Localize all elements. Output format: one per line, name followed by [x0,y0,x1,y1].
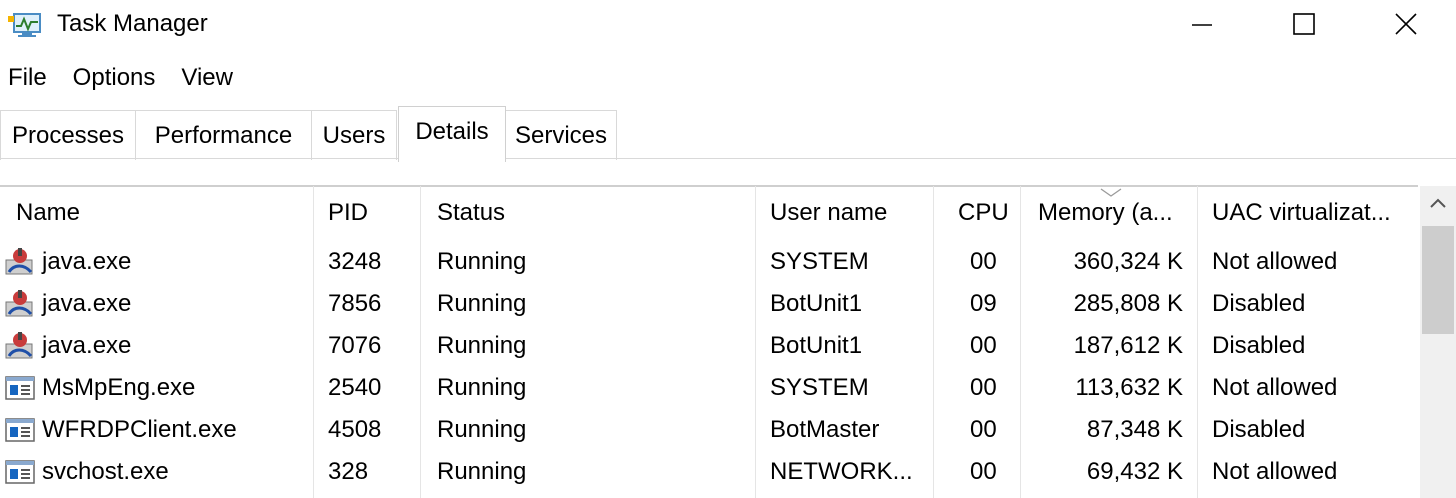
process-uac: Disabled [1212,416,1306,443]
close-icon [1394,12,1418,41]
tab-users[interactable]: Users [311,110,397,160]
process-uac: Not allowed [1212,248,1338,275]
menu-file[interactable]: File [8,60,47,100]
tab-bar: Processes Performance Users Details Serv… [0,106,1456,162]
process-name: WFRDPClient.exe [42,416,237,443]
maximize-button[interactable] [1254,0,1354,52]
window-title: Task Manager [57,10,208,37]
process-uac: Disabled [1212,332,1306,359]
column-header-uac[interactable]: UAC virtualizat... [1212,186,1391,238]
process-status: Running [437,374,527,401]
process-name: java.exe [42,332,132,359]
process-name: java.exe [42,290,132,317]
table-row[interactable]: WFRDPClient.exe 4508 Running BotMaster 00 87,… [0,409,1418,451]
app-window-icon [4,414,36,446]
column-header-name[interactable]: Name [16,186,80,238]
process-uac: Disabled [1212,290,1306,317]
table-row[interactable]: java.exe 3248 Running SYSTEM 00 360,324 K Not … [0,241,1418,283]
process-uac: Not allowed [1212,374,1338,401]
tab-label: Details [415,118,489,145]
menu-bar: File Options View [0,60,251,100]
process-memory: 285,808 K [1073,290,1183,317]
process-user: NETWORK... [770,458,913,485]
process-user: SYSTEM [770,374,869,401]
process-memory: 69,432 K [1086,458,1183,485]
scroll-thumb[interactable] [1422,226,1454,334]
column-header-cpu[interactable]: CPU [958,186,1009,238]
process-name: MsMpEng.exe [42,374,196,401]
process-status: Running [437,248,527,275]
menu-view[interactable]: View [181,60,233,100]
table-top-border [0,185,1418,187]
tab-label: Users [322,122,386,149]
process-pid: 7856 [328,290,382,317]
process-memory: 187,612 K [1073,332,1183,359]
process-cpu: 00 [970,416,997,443]
process-user: SYSTEM [770,248,869,275]
process-cpu: 00 [970,332,997,359]
column-header-user-name[interactable]: User name [770,186,887,238]
tab-label: Services [514,122,608,149]
chevron-up-icon [1430,195,1446,213]
java-icon [4,246,36,278]
sort-descending-icon [1100,186,1122,204]
column-header-status[interactable]: Status [437,186,505,238]
menu-options[interactable]: Options [73,60,156,100]
tab-label: Performance [154,122,293,149]
process-status: Running [437,416,527,443]
java-icon [4,288,36,320]
tab-processes[interactable]: Processes [0,110,136,160]
process-status: Running [437,290,527,317]
process-user: BotUnit1 [770,290,863,317]
scroll-up-button[interactable] [1420,186,1456,222]
process-cpu: 00 [970,248,997,275]
tab-divider [0,158,1456,159]
process-status: Running [437,332,527,359]
process-name: java.exe [42,248,132,275]
process-pid: 3248 [328,248,382,275]
minimize-button[interactable] [1152,0,1252,52]
process-memory: 113,632 K [1075,374,1183,401]
process-pid: 4508 [328,416,382,443]
java-icon [4,330,36,362]
maximize-icon [1292,12,1316,41]
table-row[interactable]: svchost.exe 328 Running NETWORK... 00 69,432 … [0,451,1418,493]
process-uac: Not allowed [1212,458,1338,485]
process-pid: 328 [328,458,369,485]
process-pid: 7076 [328,332,382,359]
table-row[interactable]: java.exe 7856 Running BotUnit1 09 285,808 K Di… [0,283,1418,325]
tab-label: Processes [11,122,125,149]
tab-services[interactable]: Services [505,110,617,160]
process-cpu: 09 [970,290,997,317]
close-button[interactable] [1356,0,1456,52]
process-user: BotUnit1 [770,332,863,359]
process-memory: 360,324 K [1073,248,1183,275]
column-header-pid[interactable]: PID [328,186,368,238]
title-bar: Task Manager [0,0,1456,52]
app-window-icon [4,456,36,488]
process-status: Running [437,458,527,485]
table-row[interactable]: java.exe 7076 Running BotUnit1 00 187,612 K Di… [0,325,1418,367]
tab-performance[interactable]: Performance [135,110,312,160]
table-row[interactable]: MsMpEng.exe 2540 Running SYSTEM 00 113,632 K N… [0,367,1418,409]
vertical-scrollbar[interactable] [1420,186,1456,498]
process-cpu: 00 [970,374,997,401]
minimize-icon [1191,13,1213,40]
task-manager-icon [8,10,44,42]
process-pid: 2540 [328,374,382,401]
process-user: BotMaster [770,416,880,443]
app-window-icon [4,372,36,404]
process-name: svchost.exe [42,458,169,485]
tab-details[interactable]: Details [398,106,506,162]
process-memory: 87,348 K [1086,416,1183,443]
process-cpu: 00 [970,458,997,485]
